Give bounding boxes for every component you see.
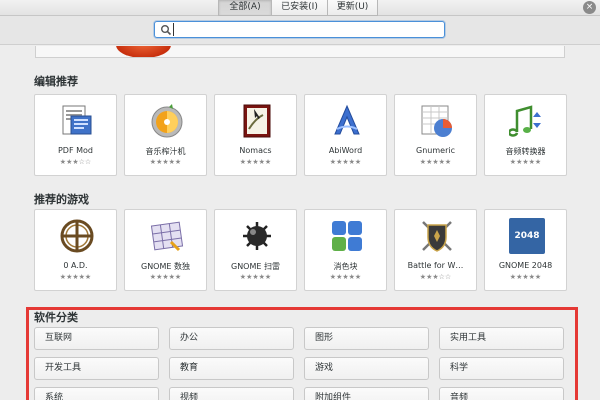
0ad-icon [60,219,94,253]
editors-picks-row: PDF Mod ★★★☆☆ 音乐榨汁机 ★★★★★ Nomacs ★★★★★ A… [34,94,567,176]
app-tile-wesnoth[interactable]: Battle for W… ★★★☆☆ [394,209,477,291]
highlight-annotation [26,307,578,400]
audio-converter-icon [509,105,541,137]
search-field[interactable] [154,21,445,38]
app-rating: ★★★★★ [149,158,182,166]
tab-installed[interactable]: 已安装(I) [272,0,328,16]
gnumeric-icon [421,105,452,137]
nomacs-icon [243,104,271,138]
featured-app-icon [116,46,171,57]
gnome-2048-icon: 2048 [509,218,545,254]
app-name: Gnumeric [416,146,455,155]
app-name: Nomacs [239,146,272,155]
search-bar [0,16,600,45]
app-rating: ★★★★★ [509,273,542,281]
app-tile-gnumeric[interactable]: Gnumeric ★★★★★ [394,94,477,176]
app-rating: ★★★★★ [329,273,362,281]
app-tile-gnome-mines[interactable]: GNOME 扫雷 ★★★★★ [214,209,297,291]
app-name: GNOME 数独 [141,262,190,271]
app-name: 消色块 [333,262,358,271]
editors-picks-title: 编辑推荐 [34,75,78,88]
app-rating: ★★★★★ [59,273,92,281]
app-rating: ★★★☆☆ [59,158,92,166]
app-tile-swell-foop[interactable]: 消色块 ★★★★★ [304,209,387,291]
sound-juicer-icon [151,104,183,138]
app-rating: ★★★★★ [419,158,452,166]
app-name: Battle for W… [407,261,464,270]
header-bar: 全部(A) 已安装(I) 更新(U) × [0,0,600,16]
app-tile-abiword[interactable]: AbiWord ★★★★★ [304,94,387,176]
app-tile-gnome-sudoku[interactable]: GNOME 数独 ★★★★★ [124,209,207,291]
app-rating: ★★★☆☆ [419,273,452,281]
featured-banner[interactable] [35,46,565,58]
app-rating: ★★★★★ [509,158,542,166]
pdf-mod-icon [62,105,92,135]
app-tile-gnome-2048[interactable]: 2048 GNOME 2048 ★★★★★ [484,209,567,291]
app-tile-0ad[interactable]: 0 A.D. ★★★★★ [34,209,117,291]
overview-page: 编辑推荐 PDF Mod ★★★☆☆ 音乐榨汁机 ★★★★★ Nomacs ★★… [0,46,600,400]
gnome-mines-icon [243,222,271,250]
tab-updates[interactable]: 更新(U) [328,0,378,16]
games-row: 0 A.D. ★★★★★ GNOME 数独 ★★★★★ GNOME 扫雷 ★★★… [34,209,567,291]
app-name: GNOME 2048 [498,261,553,270]
view-switcher: 全部(A) 已安装(I) 更新(U) [218,0,378,16]
app-name: AbiWord [328,146,363,155]
app-name: GNOME 扫雷 [231,262,280,271]
wesnoth-icon [422,221,452,252]
app-rating: ★★★★★ [329,158,362,166]
app-rating: ★★★★★ [239,158,272,166]
gnome-sudoku-icon [150,221,184,252]
search-input[interactable] [173,23,438,36]
app-name: PDF Mod [57,146,93,155]
swell-foop-icon [332,221,362,251]
app-tile-pdf-mod[interactable]: PDF Mod ★★★☆☆ [34,94,117,176]
app-rating: ★★★★★ [239,273,272,281]
app-name: 音乐榨汁机 [145,147,186,156]
close-icon[interactable]: × [583,1,596,14]
app-tile-nomacs[interactable]: Nomacs ★★★★★ [214,94,297,176]
search-icon [161,25,172,36]
abiword-icon [334,104,360,135]
tab-all[interactable]: 全部(A) [218,0,272,16]
app-tile-sound-juicer[interactable]: 音乐榨汁机 ★★★★★ [124,94,207,176]
app-rating: ★★★★★ [149,273,182,281]
app-tile-audio-converter[interactable]: 音频转换器 ★★★★★ [484,94,567,176]
games-title: 推荐的游戏 [34,193,89,206]
app-name: 音频转换器 [505,147,546,156]
app-name: 0 A.D. [63,261,88,270]
